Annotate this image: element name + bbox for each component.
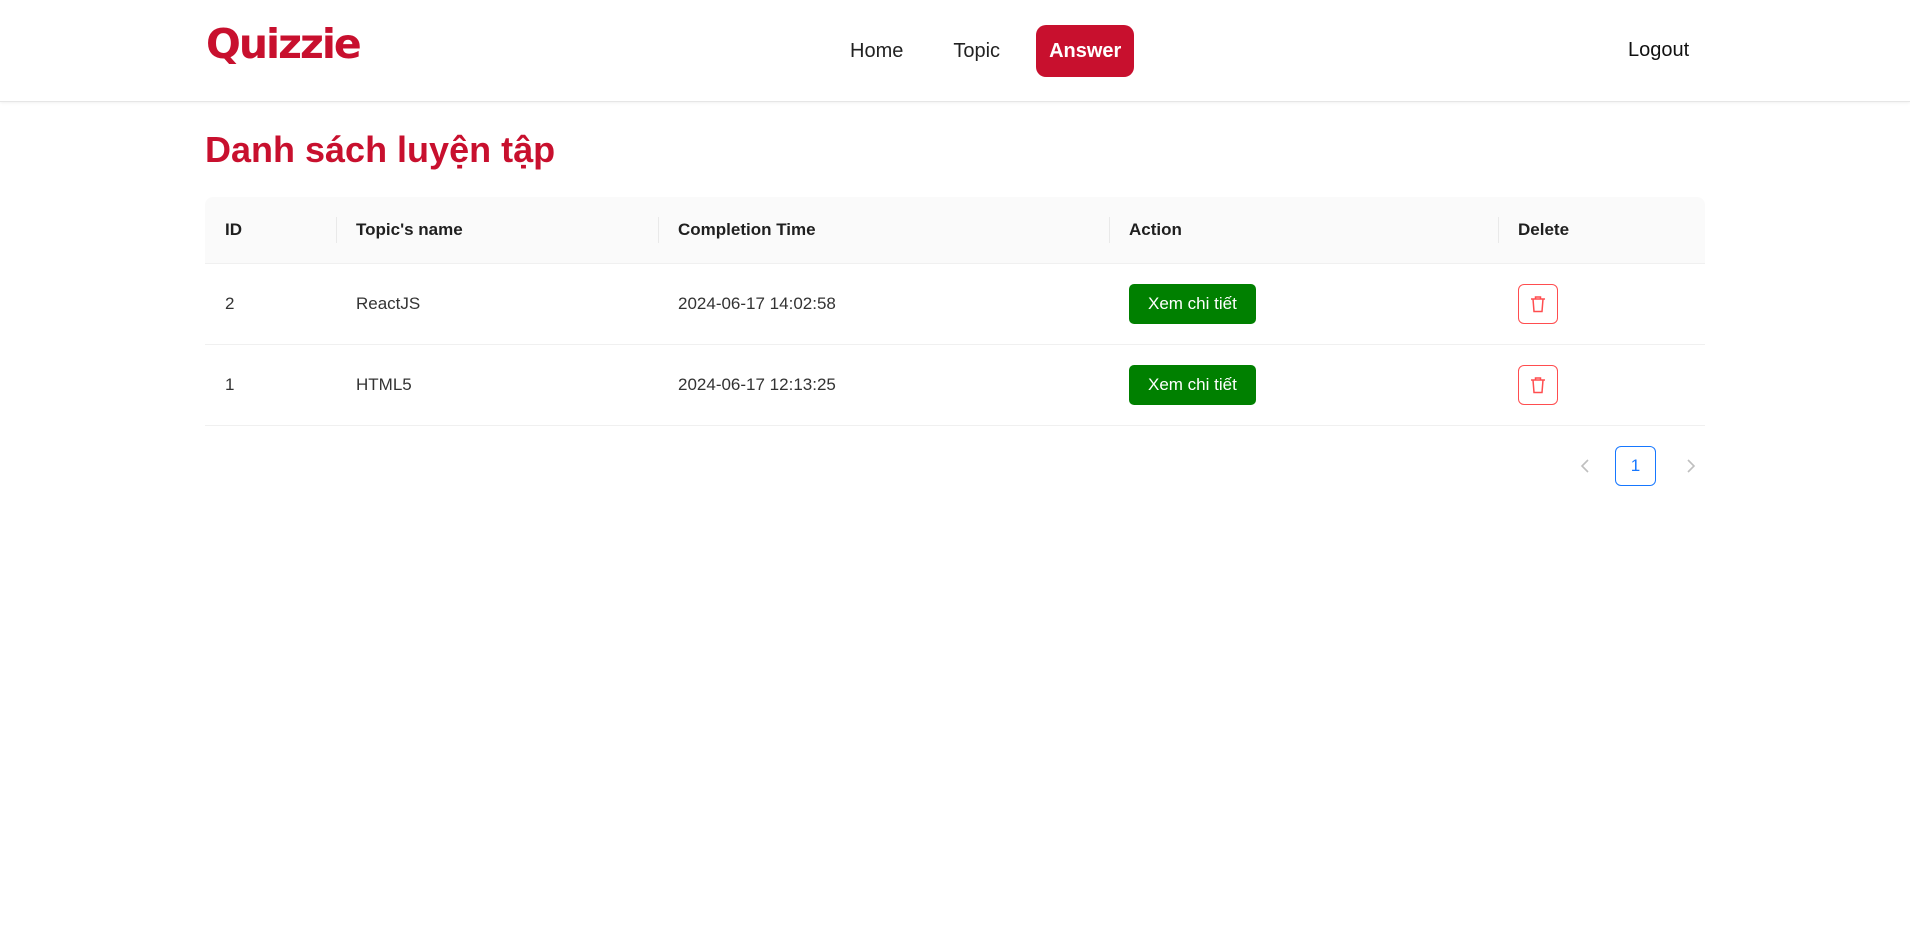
row-delete-cell [1498,345,1705,425]
nav-home[interactable]: Home [836,25,917,77]
column-header-action: Action [1109,197,1498,263]
main-nav: Home Topic Answer [836,25,1145,77]
quizzie-logo[interactable]: Quizzie [206,24,362,65]
next-page-button[interactable] [1676,446,1706,486]
row-completion-time: 2024-06-17 12:13:25 [678,375,836,394]
column-header-topic: Topic's name [336,197,658,263]
logout-link[interactable]: Logout [1628,39,1689,62]
trash-icon [1531,377,1545,394]
view-detail-button[interactable]: Xem chi tiết [1129,365,1256,405]
view-detail-button[interactable]: Xem chi tiết [1129,284,1256,324]
nav-topic[interactable]: Topic [939,25,1014,77]
row-delete-cell [1498,264,1705,344]
chevron-right-icon [1687,459,1696,473]
delete-button[interactable] [1518,284,1558,324]
row-topic: ReactJS [356,294,421,313]
page-title: Danh sách luyện tập [205,129,556,170]
table-header: ID Topic's name Completion Time Action D… [205,197,1705,264]
table-row: 2 ReactJS 2024-06-17 14:02:58 Xem chi ti… [205,264,1705,345]
row-id: 2 [225,294,235,313]
column-header-delete: Delete [1498,197,1705,263]
delete-button[interactable] [1518,365,1558,405]
prev-page-button[interactable] [1570,446,1600,486]
row-action-cell: Xem chi tiết [1109,264,1498,344]
nav-answer[interactable]: Answer [1036,25,1135,77]
top-navbar: Quizzie Home Topic Answer Logout [0,0,1910,102]
pagination: 1 [1570,446,1706,486]
row-action-cell: Xem chi tiết [1109,345,1498,425]
trash-icon [1531,296,1545,313]
page-1-button[interactable]: 1 [1615,446,1656,486]
chevron-left-icon [1580,459,1589,473]
row-topic: HTML5 [356,375,412,394]
row-id: 1 [225,375,235,394]
practice-table: ID Topic's name Completion Time Action D… [205,197,1705,426]
column-header-id: ID [225,220,242,239]
table-row: 1 HTML5 2024-06-17 12:13:25 Xem chi tiết [205,345,1705,426]
column-header-time: Completion Time [658,197,1109,263]
row-completion-time: 2024-06-17 14:02:58 [678,294,836,313]
